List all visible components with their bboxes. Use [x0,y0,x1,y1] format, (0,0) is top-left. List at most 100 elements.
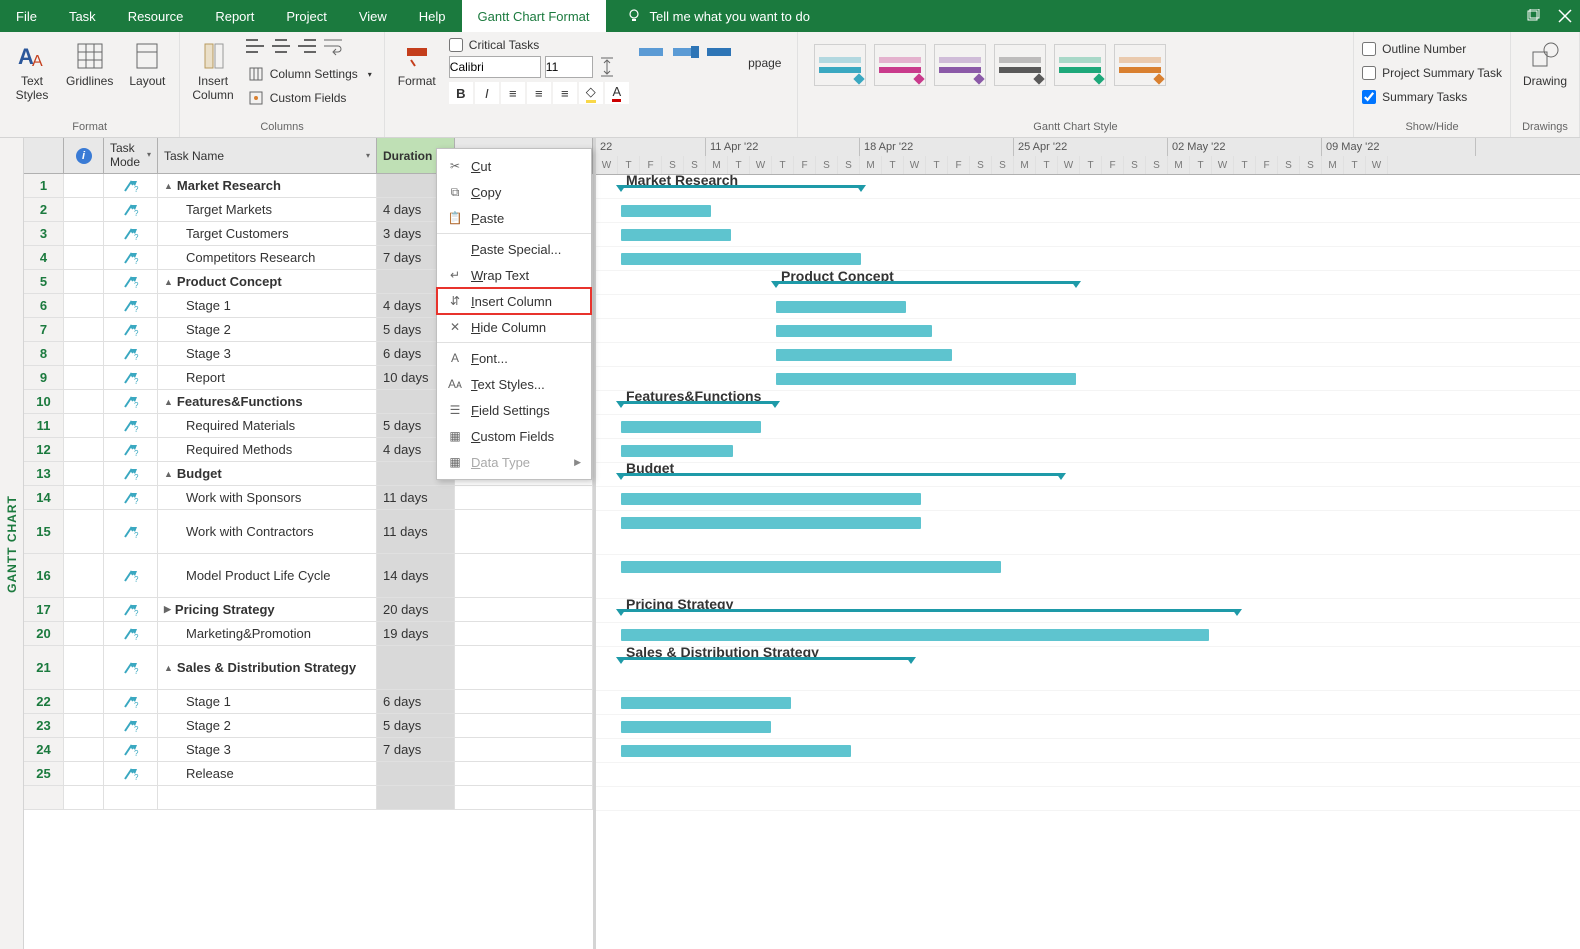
gantt-task-bar[interactable] [776,349,952,361]
task-bar-icon[interactable] [637,40,665,64]
ctx-wrap-text[interactable]: ↵Wrap Text [437,262,591,288]
duration-cell[interactable] [377,762,455,785]
tab-report[interactable]: Report [199,0,270,32]
task-mode-cell[interactable]: ? [104,270,158,293]
row-number[interactable]: 4 [24,246,64,269]
table-row[interactable]: 16?Model Product Life Cycle14 days [24,554,593,598]
task-name-cell[interactable]: Work with Contractors [158,510,377,553]
task-name-cell[interactable]: ▲Budget [158,462,377,485]
row-number[interactable]: 7 [24,318,64,341]
row-number[interactable]: 12 [24,438,64,461]
ctx-field-settings[interactable]: ☰Field Settings [437,397,591,423]
col-task-name[interactable]: Task Name▾ [158,138,377,173]
duration-cell[interactable] [377,786,455,809]
task-name-cell[interactable]: Stage 3 [158,342,377,365]
task-mode-cell[interactable]: ? [104,486,158,509]
duration-cell[interactable]: 14 days [377,554,455,597]
table-row[interactable]: 23?Stage 25 days [24,714,593,738]
col-task-mode[interactable]: Task Mode▾ [104,138,158,173]
task-mode-cell[interactable]: ? [104,174,158,197]
task-mode-cell[interactable]: ? [104,414,158,437]
task-name-cell[interactable]: Release [158,762,377,785]
duration-cell[interactable]: 19 days [377,622,455,645]
gantt-style-0[interactable] [814,44,866,86]
extra-cell[interactable] [455,646,593,689]
row-number[interactable]: 11 [24,414,64,437]
task-mode-cell[interactable]: ? [104,690,158,713]
row-number[interactable]: 9 [24,366,64,389]
gantt-task-bar[interactable] [776,325,932,337]
task-mode-cell[interactable]: ? [104,198,158,221]
ctx-cut[interactable]: ✂Cut [437,153,591,179]
row-number[interactable] [24,786,64,809]
extra-cell[interactable] [455,690,593,713]
gantt-task-bar[interactable] [621,745,851,757]
ctx-paste[interactable]: 📋Paste [437,205,591,231]
extra-cell[interactable] [455,786,593,809]
duration-cell[interactable]: 11 days [377,510,455,553]
task-name-cell[interactable]: Report [158,366,377,389]
table-row[interactable]: 25?Release [24,762,593,786]
row-number[interactable]: 1 [24,174,64,197]
ctx-copy[interactable]: ⧉Copy [437,179,591,205]
gantt-summary-bar[interactable] [621,657,911,660]
duration-cell[interactable] [377,646,455,689]
ctx-insert-column[interactable]: ⇵Insert Column [437,288,591,314]
ctx-hide-column[interactable]: ✕Hide Column [437,314,591,340]
gantt-task-bar[interactable] [621,229,731,241]
outline-number-checkbox[interactable]: Outline Number [1362,40,1466,58]
task-name-cell[interactable]: ▲Sales & Distribution Strategy [158,646,377,689]
extra-cell[interactable] [455,622,593,645]
gantt-task-bar[interactable] [621,721,771,733]
gantt-summary-bar[interactable] [621,473,1061,476]
task-name-cell[interactable]: Stage 1 [158,690,377,713]
ppage-button[interactable]: ppage [741,36,789,74]
row-height-icon[interactable] [597,56,617,78]
gantt-task-bar[interactable] [621,517,921,529]
duration-cell[interactable]: 7 days [377,738,455,761]
row-number[interactable]: 20 [24,622,64,645]
task-name-cell[interactable]: Target Customers [158,222,377,245]
font-size-input[interactable] [545,56,593,78]
summary-bar-icon[interactable] [705,40,733,64]
task-name-cell[interactable]: Stage 2 [158,714,377,737]
gantt-task-bar[interactable] [621,697,791,709]
gantt-style-3[interactable] [994,44,1046,86]
row-number[interactable]: 2 [24,198,64,221]
gridlines-button[interactable]: Gridlines [62,36,117,92]
task-mode-cell[interactable]: ? [104,554,158,597]
table-row[interactable]: 15?Work with Contractors11 days [24,510,593,554]
task-mode-cell[interactable]: ? [104,462,158,485]
extra-cell[interactable] [455,486,593,509]
duration-cell[interactable]: 5 days [377,714,455,737]
custom-fields-button[interactable]: Custom Fields [244,88,376,108]
row-number[interactable]: 17 [24,598,64,621]
task-mode-cell[interactable]: ? [104,222,158,245]
gantt-task-bar[interactable] [621,253,861,265]
gantt-task-bar[interactable] [621,629,1209,641]
align-left-icon[interactable] [244,36,266,56]
task-name-cell[interactable]: Required Methods [158,438,377,461]
row-number[interactable]: 21 [24,646,64,689]
gantt-task-bar[interactable] [621,205,711,217]
align-center-button[interactable]: ≡ [527,82,551,104]
duration-cell[interactable]: 20 days [377,598,455,621]
ctx-text-styles-[interactable]: AᴀText Styles... [437,371,591,397]
gantt-task-bar[interactable] [776,301,906,313]
italic-button[interactable]: I [475,82,499,104]
task-name-cell[interactable]: Marketing&Promotion [158,622,377,645]
extra-cell[interactable] [455,762,593,785]
gantt-style-4[interactable] [1054,44,1106,86]
extra-cell[interactable] [455,554,593,597]
gantt-chart-vbar[interactable]: GANTT CHART [0,138,24,949]
extra-cell[interactable] [455,598,593,621]
insert-column-button[interactable]: Insert Column [188,36,237,106]
fill-color-button[interactable]: ◇ [579,82,603,104]
col-rownum[interactable] [24,138,64,173]
gantt-style-2[interactable] [934,44,986,86]
task-mode-cell[interactable]: ? [104,762,158,785]
tab-gantt-chart-format[interactable]: Gantt Chart Format [462,0,606,32]
task-name-cell[interactable]: ▶Pricing Strategy [158,598,377,621]
row-number[interactable]: 15 [24,510,64,553]
row-number[interactable]: 3 [24,222,64,245]
